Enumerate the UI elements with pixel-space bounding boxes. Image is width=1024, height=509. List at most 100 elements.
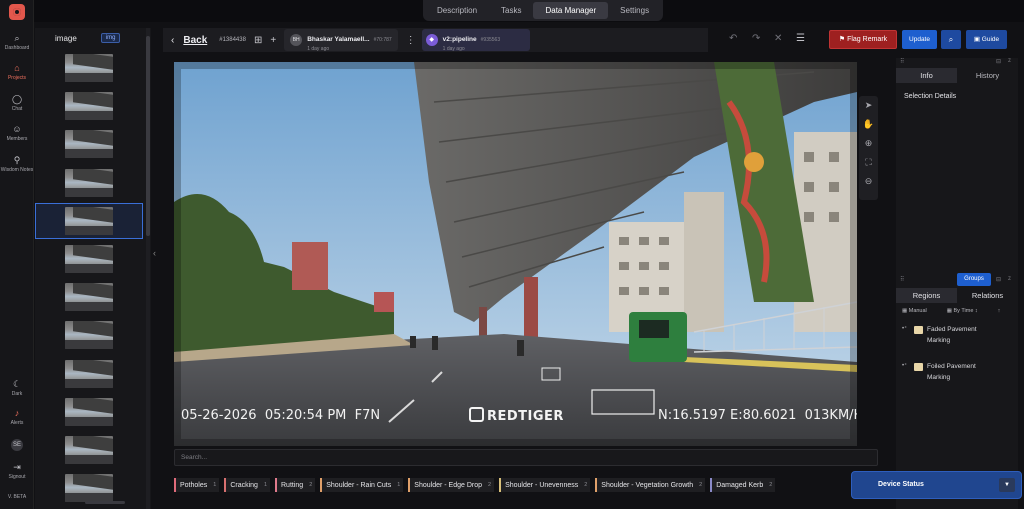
- rail-members[interactable]: ☺ Members: [0, 124, 34, 142]
- expand-icon[interactable]: •⁺: [902, 361, 914, 383]
- pin-icon[interactable]: ⊟: [996, 58, 1001, 65]
- manual-sort-button[interactable]: ▦ Manual: [902, 308, 937, 314]
- tab-history[interactable]: History: [957, 68, 1018, 83]
- image-type-badge[interactable]: img: [100, 33, 121, 43]
- hand-icon[interactable]: ✋: [859, 115, 878, 134]
- tab-data-manager[interactable]: Data Manager: [533, 2, 609, 19]
- thumbnail-scrollbar[interactable]: [146, 28, 150, 509]
- rail-projects[interactable]: ⌂ Projects: [0, 63, 34, 81]
- device-status-widget[interactable]: Device Status ▼: [851, 471, 1022, 499]
- annotator-card[interactable]: BH Bhaskar Yalamaell... #70:787 1 day ago: [284, 29, 398, 52]
- thumbnail-image: [65, 435, 113, 464]
- label-chip[interactable]: Shoulder - Vegetation Growth 2: [595, 478, 706, 492]
- pointer-icon[interactable]: ➤: [859, 96, 878, 115]
- label-chips: Potholes 1 Cracking 1 Rutting 2 Shoulder - Rai…: [174, 478, 780, 492]
- scrollbar-thumb[interactable]: [146, 36, 150, 236]
- thumbnail-image: [65, 54, 113, 82]
- search-icon[interactable]: ⌕: [941, 30, 961, 49]
- flag-remark-button[interactable]: ⚑ Flag Remark: [829, 30, 897, 49]
- region-label: Faded Pavement Marking: [927, 326, 977, 344]
- rail-wisdom-notes[interactable]: ⚲ Wisdom Notes: [0, 155, 34, 173]
- undo-icon[interactable]: ↶: [729, 33, 737, 44]
- drag-handle-icon[interactable]: ⠿: [900, 58, 904, 65]
- tab-description[interactable]: Description: [425, 0, 489, 21]
- tab-info[interactable]: Info: [896, 68, 957, 83]
- zoom-in-icon[interactable]: ⊕: [859, 134, 878, 153]
- expand-icon[interactable]: •⁺: [902, 324, 914, 346]
- rail-chat-label: Chat: [11, 106, 23, 112]
- label-chip-name: Damaged Kerb: [716, 481, 764, 489]
- rail-chat[interactable]: ◯ Chat: [0, 94, 34, 112]
- label-chip[interactable]: Shoulder - Unevenness 2: [499, 478, 591, 492]
- canvas-search-input[interactable]: [174, 449, 878, 466]
- region-item[interactable]: •⁺ Faded Pavement Marking: [902, 324, 977, 346]
- thumbnail-item[interactable]: [35, 279, 143, 315]
- update-button[interactable]: Update: [902, 30, 937, 49]
- rail-alerts[interactable]: ♪ Alerts: [0, 408, 34, 426]
- label-chip[interactable]: Shoulder - Rain Cuts 1: [320, 478, 404, 492]
- members-icon: ☺: [12, 124, 22, 134]
- thumbnail-item[interactable]: [35, 394, 143, 430]
- thumbnail-item[interactable]: [35, 126, 143, 162]
- rail-signout[interactable]: ⇥ Signout: [0, 462, 34, 480]
- label-chip[interactable]: Rutting 2: [275, 478, 316, 492]
- rail-dark-label: Dark: [11, 391, 23, 397]
- back-arrow-icon[interactable]: ‹: [171, 35, 174, 46]
- label-chip[interactable]: Damaged Kerb 2: [710, 478, 776, 492]
- tab-settings[interactable]: Settings: [608, 0, 661, 21]
- pipeline-card[interactable]: ◆ v2:pipeline #935563 1 day ago: [421, 29, 531, 52]
- zoom-out-icon[interactable]: ⊖: [859, 172, 878, 191]
- brand-logo-icon: [469, 407, 484, 422]
- label-chip-name: Potholes: [180, 481, 208, 489]
- settings-sliders-icon[interactable]: ☰: [796, 33, 805, 44]
- rail-user[interactable]: SE: [0, 439, 34, 452]
- region-item[interactable]: •⁺ Foiled Pavement Marking: [902, 361, 977, 383]
- guide-label: Guide: [981, 36, 1000, 43]
- drag-handle-icon[interactable]: ⠿: [900, 276, 904, 283]
- plus-icon[interactable]: +: [270, 35, 276, 46]
- rail-signout-label: Signout: [8, 474, 26, 480]
- thumbnail-item[interactable]: [35, 241, 143, 277]
- redo-icon[interactable]: ↷: [752, 33, 760, 44]
- home-icon: ⌂: [14, 63, 20, 73]
- app-window: Description Tasks Data Manager Settings …: [0, 0, 1024, 509]
- app-logo[interactable]: [9, 4, 25, 20]
- thumbnail-item[interactable]: [35, 356, 143, 392]
- chevron-down-icon[interactable]: ▼: [999, 478, 1015, 492]
- tab-regions[interactable]: Regions: [896, 288, 957, 303]
- pin-icon[interactable]: ⊟: [996, 276, 1001, 283]
- thumbnail-item[interactable]: [35, 202, 143, 239]
- by-time-sort-button[interactable]: ▦ By Time ↕: [947, 308, 988, 314]
- label-chip[interactable]: Shoulder - Edge Drop 2: [408, 478, 495, 492]
- collapse-panel-icon[interactable]: ‹: [153, 248, 156, 258]
- sort-direction-icon[interactable]: ↑: [998, 308, 1001, 314]
- label-chip-name: Rutting: [281, 481, 304, 489]
- label-chip[interactable]: Potholes 1: [174, 478, 220, 492]
- label-chip-count: 2: [488, 482, 492, 488]
- thumbnail-item[interactable]: [35, 317, 143, 353]
- thumbnail-item[interactable]: [35, 165, 143, 201]
- thumbnail-item[interactable]: [35, 50, 143, 86]
- fit-icon[interactable]: ⛶: [859, 153, 878, 172]
- collapse-icon[interactable]: z: [1008, 58, 1011, 64]
- selection-details-title: Selection Details: [904, 93, 957, 100]
- thumbnail-item[interactable]: [35, 432, 143, 468]
- notes-icon: ⚲: [13, 155, 21, 165]
- tab-relations[interactable]: Relations: [957, 288, 1018, 303]
- groups-button[interactable]: Groups: [957, 273, 991, 286]
- collapse-icon[interactable]: z: [1008, 276, 1011, 282]
- back-button[interactable]: Back: [183, 35, 207, 46]
- label-chip[interactable]: Cracking 1: [224, 478, 270, 492]
- guide-button[interactable]: ▣ Guide: [966, 30, 1007, 49]
- grid-icon[interactable]: ⊞: [254, 35, 262, 46]
- tab-tasks[interactable]: Tasks: [489, 0, 533, 21]
- more-options-icon[interactable]: ⋮: [406, 35, 416, 46]
- horizontal-scrollbar[interactable]: [85, 501, 125, 504]
- reset-icon[interactable]: ✕: [774, 33, 782, 44]
- thumbnail-item[interactable]: [35, 88, 143, 124]
- editor-toolbar: ‹ Back #1384438 ⊞ + BH Bhaskar Yalamaell…: [163, 28, 708, 52]
- rail-dashboard[interactable]: ⌕ Dashboard: [0, 33, 34, 51]
- image-canvas[interactable]: 05-26-2026 05:20:54 PM F7N REDTIGER N:16…: [174, 62, 857, 446]
- label-chip-count: 2: [699, 482, 703, 488]
- rail-dark[interactable]: ☾ Dark: [0, 379, 34, 397]
